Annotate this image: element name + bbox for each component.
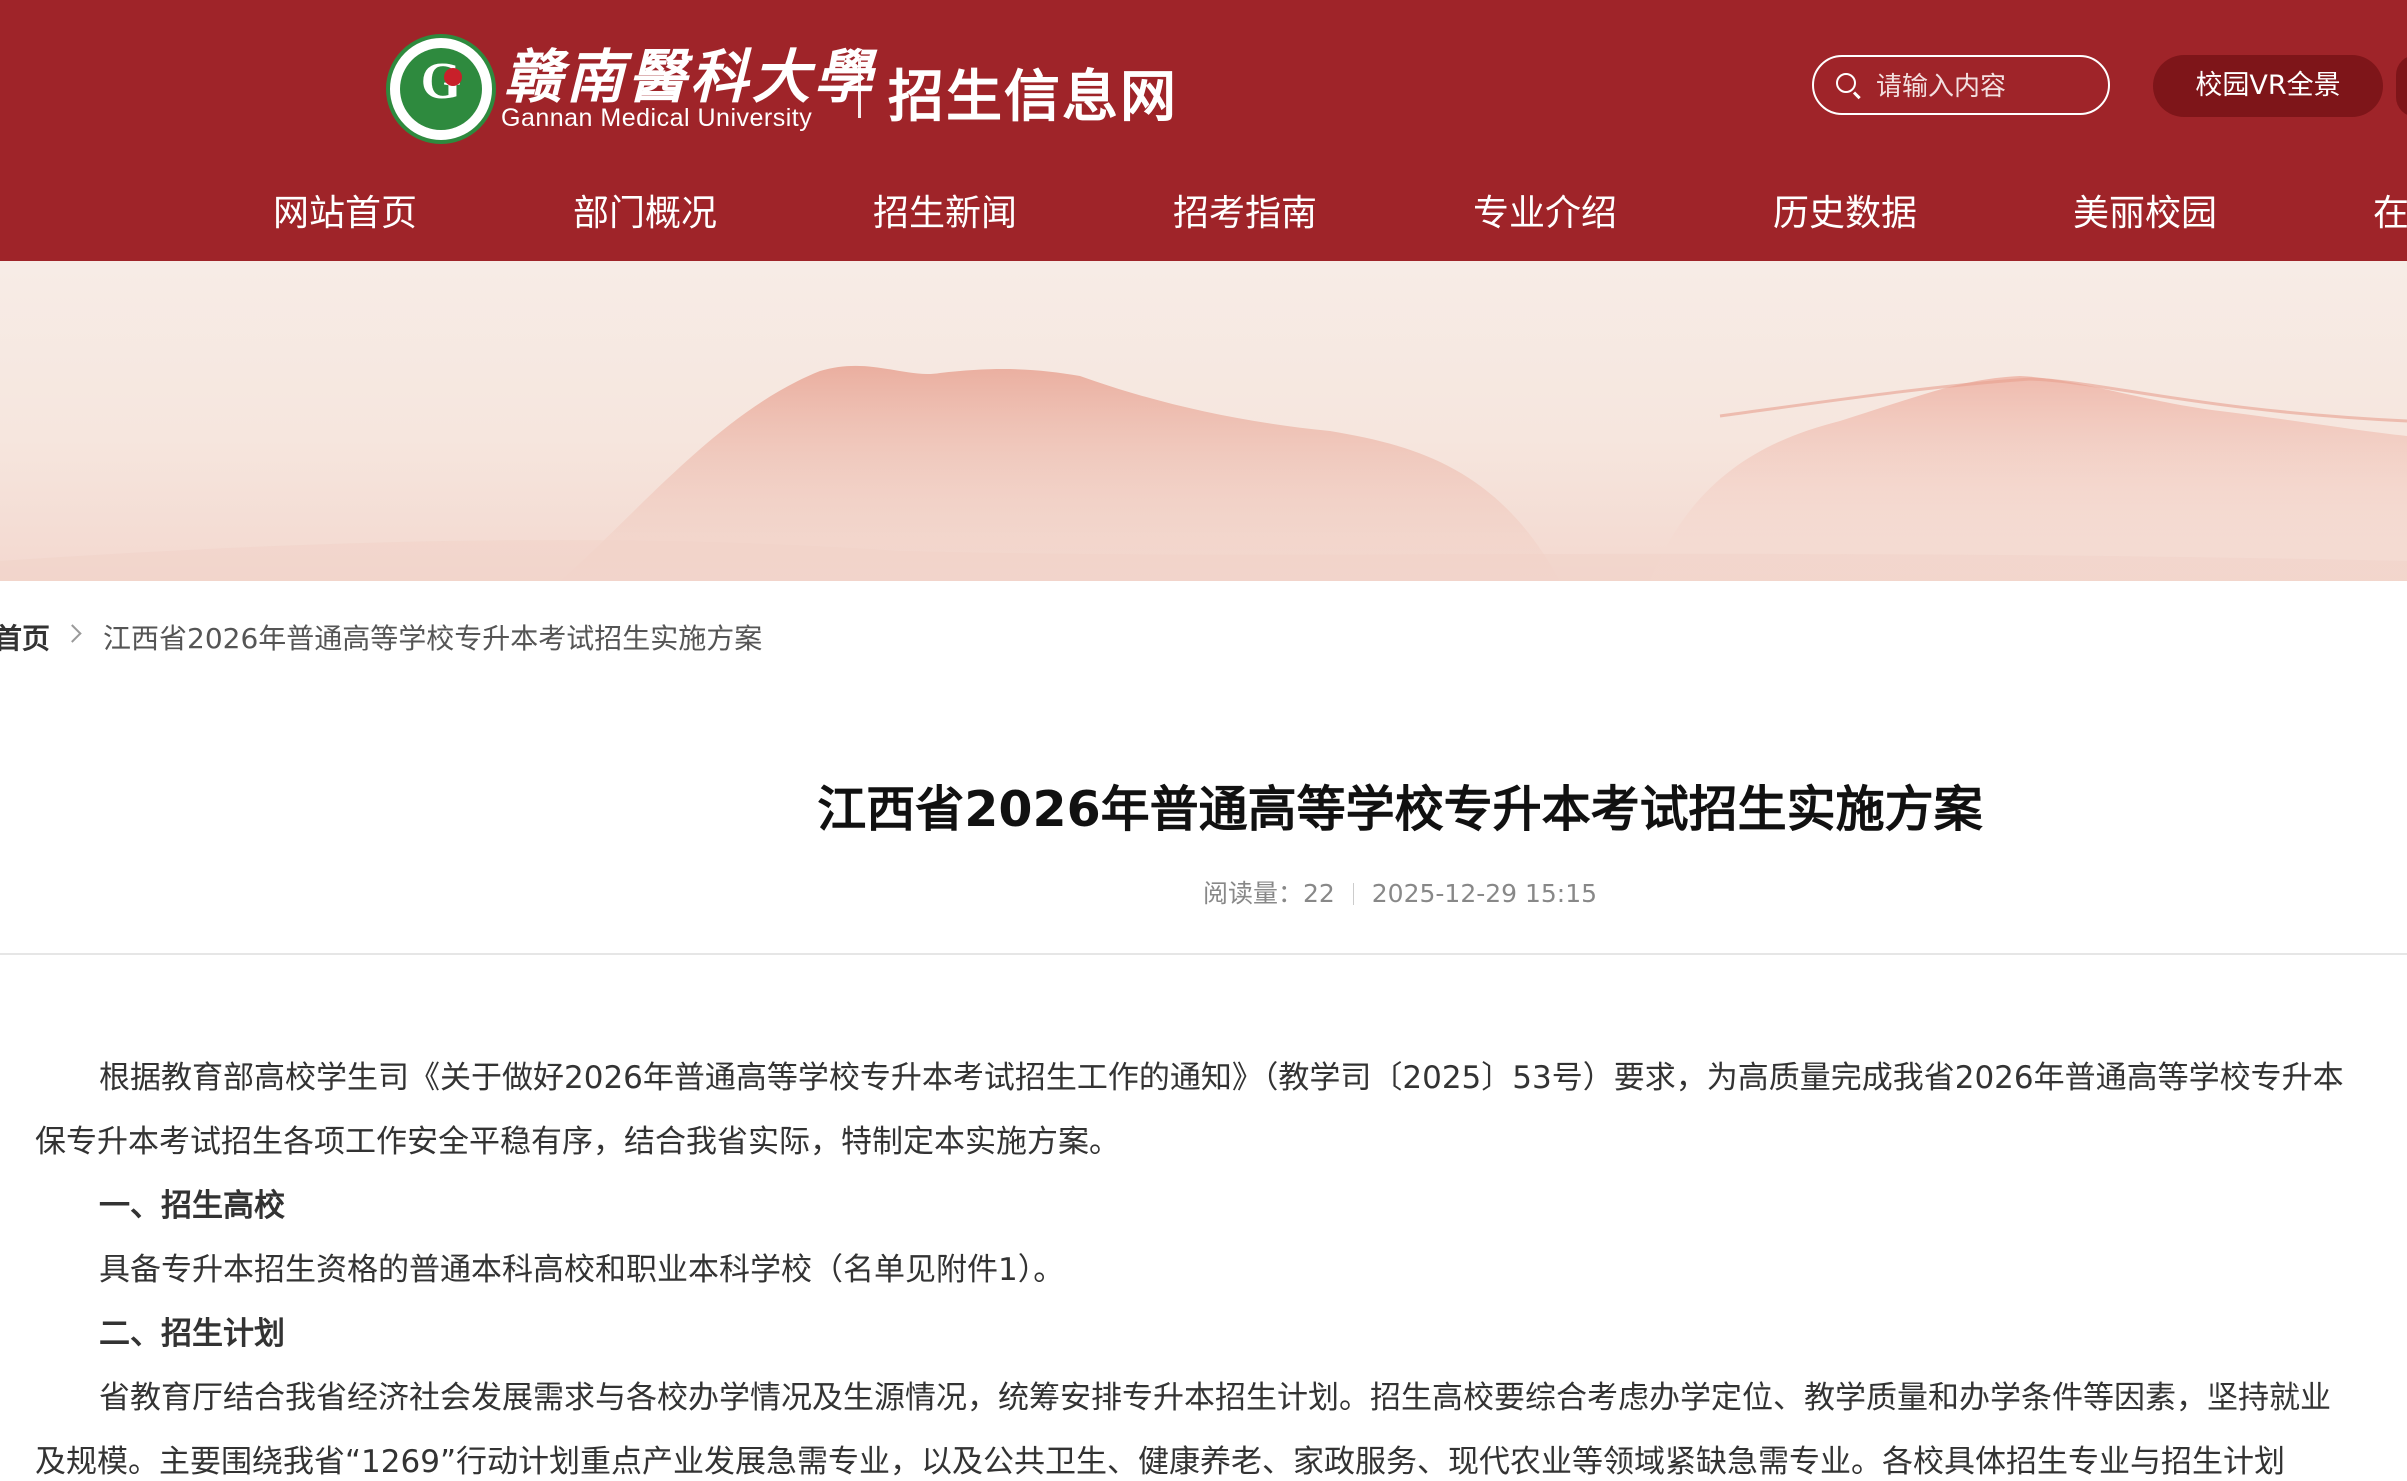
paragraph-line: 及规模。主要围绕我省“1269”行动计划重点产业发展急需专业，以及公共卫生、健康… [35,1444,2286,1480]
nav-item-more[interactable]: 在 [2373,184,2407,236]
paragraph-line: 根据教育部高校学生司《关于做好2026年普通高等学校专升本考试招生工作的通知》（… [99,1060,2344,1096]
read-count: 22 [1302,879,1335,908]
nav-item-home[interactable]: 网站首页 [273,184,417,236]
publish-date: 2025-12-29 15:15 [1371,879,1598,908]
site-header: G 赣南醫科大學 Gannan Medical University 招生信息网… [0,0,2407,261]
university-emblem-icon[interactable]: G [386,34,496,144]
section-heading: 二、招生计划 [99,1316,285,1352]
nav-item-departments[interactable]: 部门概况 [573,184,717,236]
breadcrumb-home-link[interactable]: 首页 [0,617,50,657]
site-title[interactable]: 招生信息网 [888,52,1178,133]
nav-item-news[interactable]: 招生新闻 [873,184,1017,236]
article-meta: 阅读量：22 2025-12-29 15:15 [0,874,2407,910]
paragraph-line: 具备专升本招生资格的普通本科高校和职业本科学校（名单见附件1）。 [99,1252,1065,1288]
meta-divider [1352,883,1354,905]
paragraph-line: 省教育厅结合我省经济社会发展需求与各校办学情况及生源情况，统筹安排专升本招生计划… [99,1380,2331,1416]
nav-item-majors[interactable]: 专业介绍 [1473,184,1617,236]
campus-vr-button[interactable]: 校园VR全景 [2153,55,2383,117]
section-heading: 一、招生高校 [99,1188,285,1224]
paragraph-line: 保专升本考试招生各项工作安全平稳有序，结合我省实际，特制定本实施方案。 [35,1124,1120,1160]
chevron-right-icon [63,624,82,643]
logo-divider [858,58,861,118]
nav-item-history-data[interactable]: 历史数据 [1773,184,1917,236]
university-name-cn[interactable]: 赣南醫科大學 [504,30,876,114]
mountain-banner-image [0,261,2407,581]
nav-item-guide[interactable]: 招考指南 [1173,184,1317,236]
read-count-label: 阅读量： [1202,879,1303,908]
divider [0,953,2407,955]
university-name-en[interactable]: Gannan Medical University [501,104,812,133]
breadcrumb-current: 江西省2026年普通高等学校专升本考试招生实施方案 [103,622,763,655]
nav-item-campus[interactable]: 美丽校园 [2073,184,2217,236]
header-extra-button[interactable] [2396,55,2407,117]
search-input[interactable] [1874,69,2103,105]
article-title: 江西省2026年普通高等学校专升本考试招生实施方案 [817,781,1983,838]
search-box[interactable] [1812,55,2110,115]
search-icon[interactable] [1836,73,1856,93]
main-nav: 网站首页 部门概况 招生新闻 招考指南 专业介绍 历史数据 美丽校园 在 [0,184,2407,254]
